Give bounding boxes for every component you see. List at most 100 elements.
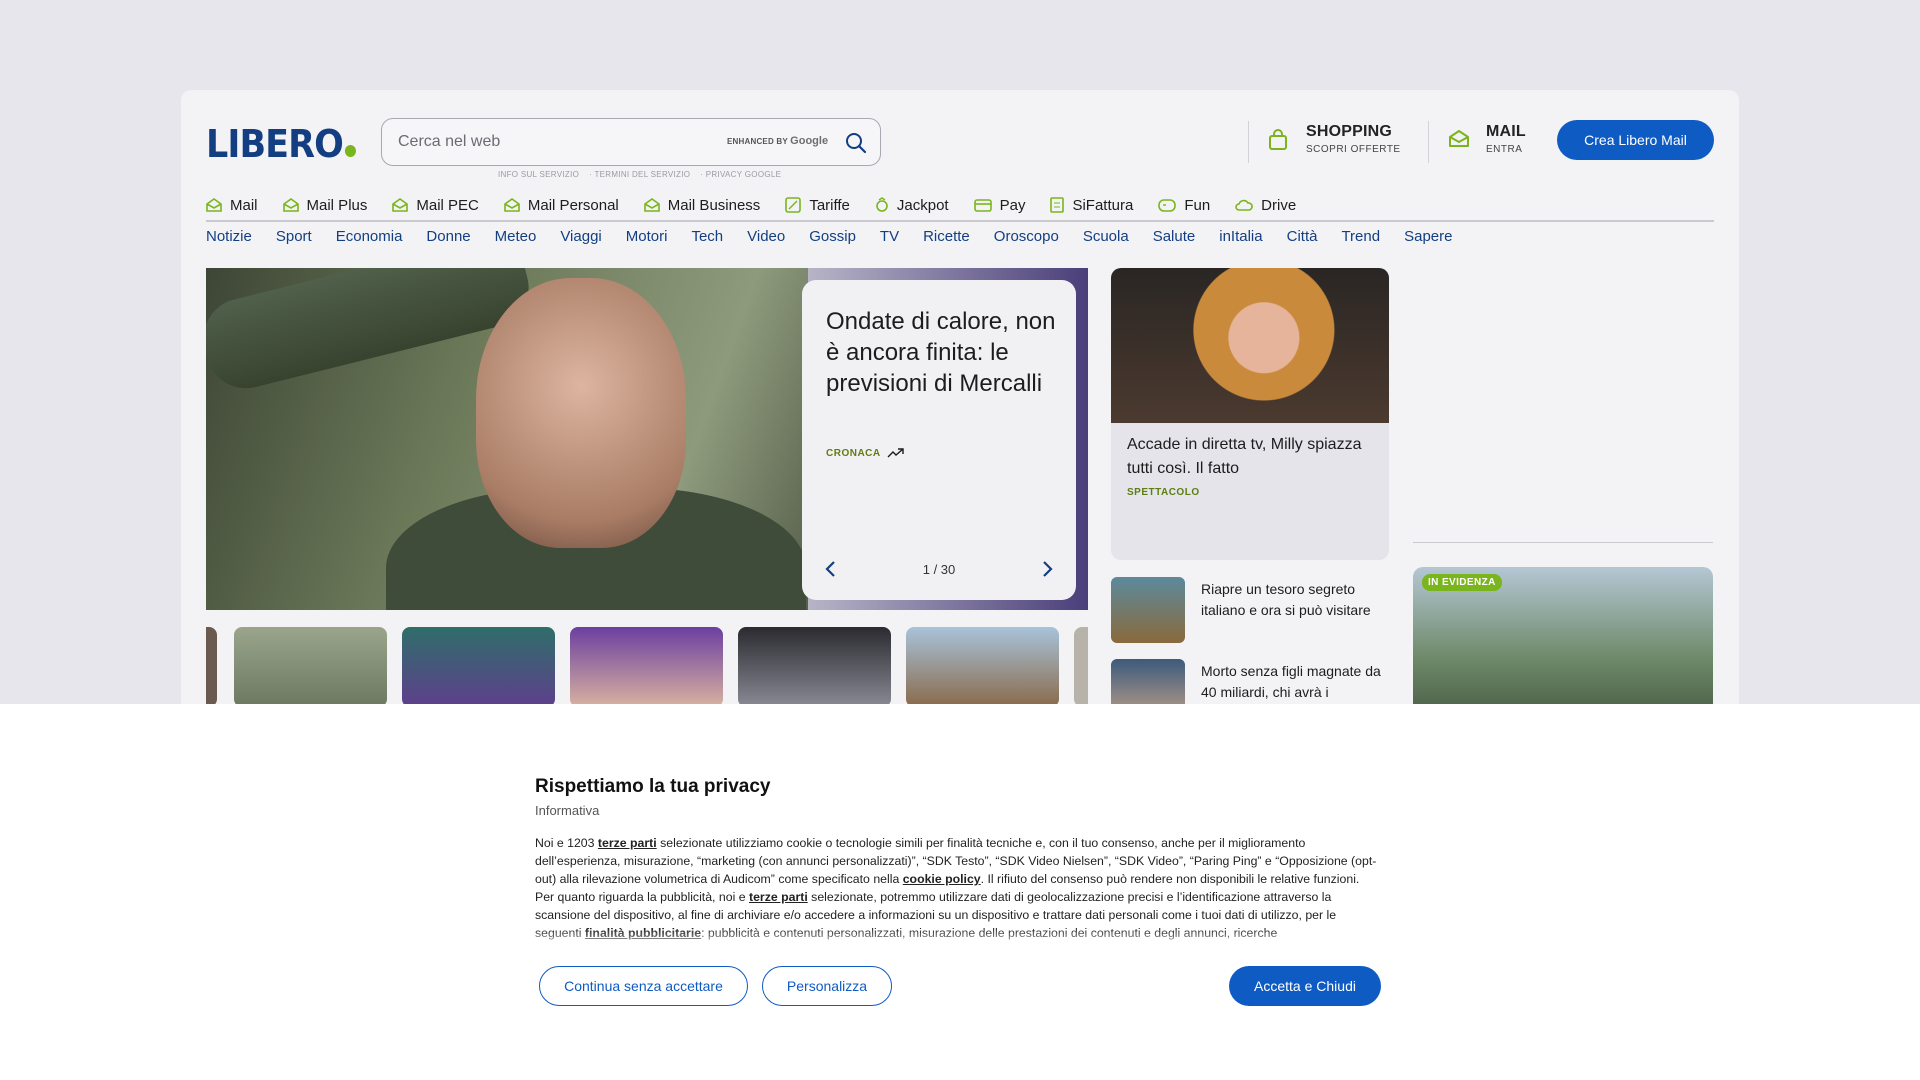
thumbnail[interactable] — [738, 627, 891, 707]
category-link[interactable]: Ricette — [923, 228, 970, 245]
category-link[interactable]: inItalia — [1219, 228, 1262, 245]
search-button[interactable] — [842, 129, 870, 157]
mail-title: MAIL — [1486, 123, 1526, 140]
thumbnail[interactable] — [402, 627, 555, 707]
thumbnail[interactable] — [234, 627, 387, 707]
google-privacy-link[interactable]: PRIVACY GOOGLE — [706, 170, 781, 179]
divider — [1248, 121, 1249, 163]
category-link[interactable]: Video — [747, 228, 785, 245]
service-mail[interactable]: Mail — [206, 192, 258, 218]
side-story-tag: SPETTACOLO — [1127, 487, 1200, 498]
side-story-card[interactable]: Accade in diretta tv, Milly spiazza tutt… — [1111, 268, 1389, 560]
enhanced-by-google: ENHANCED BY Google — [727, 135, 828, 147]
search-icon — [846, 133, 867, 154]
hero-carousel[interactable]: Ondate di calore, non è ancora finita: l… — [206, 268, 1088, 610]
category-link[interactable]: Economia — [336, 228, 403, 245]
service-label: Tariffe — [809, 196, 850, 214]
category-link[interactable]: Sport — [276, 228, 312, 245]
mail-personal-icon — [504, 198, 520, 212]
service-tariffe[interactable]: Tariffe — [785, 192, 850, 218]
category-link[interactable]: Oroscopo — [994, 228, 1059, 245]
clover-icon — [876, 197, 888, 212]
service-pay[interactable]: Pay — [973, 192, 1026, 218]
hero-headline[interactable]: Ondate di calore, non è ancora finita: l… — [826, 306, 1061, 399]
privacy-text-segment: . Il rifiuto del consenso può rendere no… — [980, 872, 1360, 886]
customize-button[interactable]: Personalizza — [762, 966, 892, 1006]
thumbnail[interactable] — [570, 627, 723, 707]
category-link[interactable]: Scuola — [1083, 228, 1129, 245]
card-icon — [973, 198, 992, 212]
featured-badge: IN EVIDENZA — [1422, 574, 1502, 591]
create-mail-button[interactable]: Crea Libero Mail — [1557, 120, 1714, 160]
third-parties-link[interactable]: terze parti — [598, 836, 657, 850]
mail-pec-icon — [392, 198, 409, 212]
cookie-policy-link[interactable]: cookie policy — [903, 872, 981, 886]
thumbnail[interactable] — [906, 627, 1059, 707]
thumbnail[interactable] — [1074, 627, 1088, 707]
carousel-pager: 1 / 30 — [922, 562, 956, 577]
category-link[interactable]: Tech — [691, 228, 723, 245]
category-link[interactable]: Notizie — [206, 228, 252, 245]
mail-business-icon — [643, 198, 660, 212]
search-box: ENHANCED BY Google — [381, 118, 881, 166]
category-link[interactable]: Motori — [626, 228, 668, 245]
service-mail-pec[interactable]: Mail PEC — [392, 192, 479, 218]
enhanced-by-label: ENHANCED BY — [727, 137, 788, 146]
service-mail-personal[interactable]: Mail Personal — [504, 192, 619, 218]
terms-link[interactable]: TERMINI DEL SERVIZIO — [594, 170, 690, 179]
mail-login-link[interactable]: MAIL ENTRA — [1449, 123, 1526, 155]
shopping-subtitle: SCOPRI OFFERTE — [1306, 144, 1401, 155]
category-link[interactable]: Donne — [426, 228, 470, 245]
service-drive[interactable]: Drive — [1235, 192, 1296, 218]
service-label: Mail — [230, 196, 258, 214]
search-input[interactable] — [398, 131, 698, 153]
shopping-link[interactable]: SHOPPING SCOPRI OFFERTE — [1269, 123, 1401, 155]
category-link[interactable]: Viaggi — [560, 228, 601, 245]
service-label: Pay — [999, 196, 1026, 214]
libero-logo[interactable]: LIBERO — [206, 122, 356, 166]
category-link[interactable]: Trend — [1341, 228, 1380, 245]
category-link[interactable]: Gossip — [809, 228, 856, 245]
info-link[interactable]: INFO SUL SERVIZIO — [498, 170, 579, 179]
news-item[interactable]: Riapre un tesoro segreto italiano e ora … — [1111, 577, 1389, 643]
category-nav: Notizie Sport Economia Donne Meteo Viagg… — [206, 228, 1476, 245]
service-label: Mail Plus — [306, 196, 368, 214]
advertising-purposes-link[interactable]: finalità pubblicitarie — [585, 926, 701, 940]
carousel-next-button[interactable] — [1040, 560, 1054, 583]
privacy-content: Rispettiamo la tua privacy Informativa N… — [535, 776, 1380, 952]
service-label: Mail Personal — [527, 196, 619, 214]
service-mail-plus[interactable]: Mail Plus — [282, 192, 368, 218]
privacy-text-segment: Per quanto riguarda la pubblicità, noi e — [535, 890, 749, 904]
chevron-right-icon — [1043, 561, 1053, 577]
category-link[interactable]: Salute — [1153, 228, 1196, 245]
category-link[interactable]: Meteo — [495, 228, 537, 245]
third-parties-link[interactable]: terze parti — [749, 890, 808, 904]
service-fun[interactable]: Fun — [1158, 192, 1210, 218]
carousel-thumbnails — [206, 627, 1088, 707]
mail-plus-icon — [282, 198, 299, 212]
cloud-icon — [1235, 199, 1253, 211]
services-bar: Mail Mail Plus Mail PEC Mail Personal Ma… — [206, 192, 1714, 222]
service-sifattura[interactable]: SiFattura — [1050, 192, 1133, 218]
gamepad-icon — [1158, 198, 1177, 212]
news-title: Riapre un tesoro segreto italiano e ora … — [1201, 581, 1371, 618]
privacy-subtitle: Informativa — [535, 803, 600, 818]
privacy-text-segment: Noi e 1203 — [535, 836, 598, 850]
news-thumbnail — [1111, 577, 1185, 643]
invoice-icon — [1050, 197, 1065, 213]
accept-and-close-button[interactable]: Accetta e Chiudi — [1229, 966, 1381, 1006]
mail-subtitle: ENTRA — [1486, 144, 1523, 155]
thumbnail[interactable] — [206, 627, 217, 707]
continue-without-accepting-button[interactable]: Continua senza accettare — [539, 966, 748, 1006]
service-mail-business[interactable]: Mail Business — [643, 192, 760, 218]
hero-tag: CRONACA — [826, 448, 905, 459]
hero-card: Ondate di calore, non è ancora finita: l… — [802, 280, 1076, 600]
category-link[interactable]: TV — [880, 228, 899, 245]
google-label: Google — [790, 135, 829, 147]
promo-card[interactable]: IN EVIDENZA — [1413, 567, 1713, 717]
category-link[interactable]: Città — [1287, 228, 1318, 245]
category-link[interactable]: Sapere — [1404, 228, 1452, 245]
service-jackpot[interactable]: Jackpot — [875, 192, 949, 218]
privacy-paragraph: Per quanto riguarda la pubblicità, noi e… — [535, 888, 1380, 942]
service-label: Mail PEC — [416, 196, 479, 214]
